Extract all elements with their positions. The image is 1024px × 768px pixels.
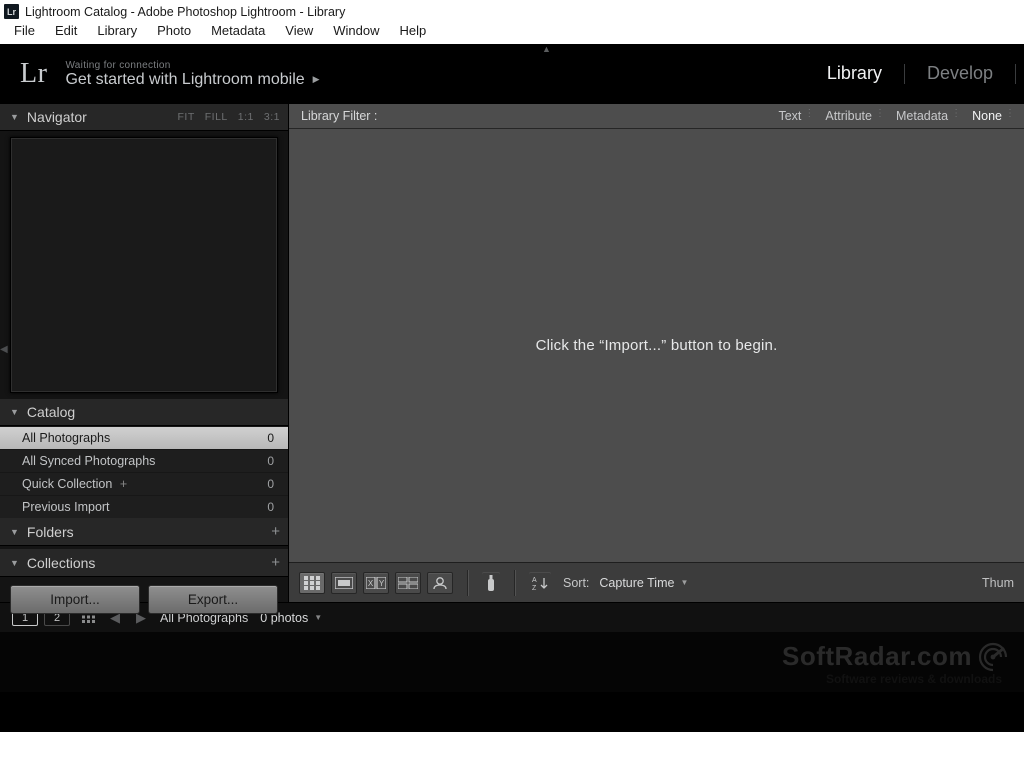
- thumbnail-size-label: Thum: [982, 576, 1014, 590]
- left-panel-collapse-icon[interactable]: ◀: [0, 344, 8, 355]
- plus-icon: +: [120, 477, 127, 491]
- menu-view[interactable]: View: [275, 21, 323, 40]
- module-develop[interactable]: Develop: [927, 63, 993, 86]
- chevron-down-icon: ▼: [314, 613, 322, 622]
- navigator-preview[interactable]: [10, 137, 278, 393]
- top-panel-toggle-icon[interactable]: ▲: [542, 44, 551, 54]
- watermark-subtitle: Software reviews & downloads: [826, 672, 1002, 686]
- app-icon: [4, 4, 19, 19]
- library-toolbar: XY AZ Sort:: [289, 562, 1024, 602]
- navigator-title: Navigator: [27, 109, 87, 125]
- radar-icon: [978, 642, 1008, 672]
- collections-header[interactable]: ▼ Collections +: [0, 549, 288, 577]
- menu-library[interactable]: Library: [87, 21, 147, 40]
- module-separator: [1015, 64, 1016, 84]
- import-button[interactable]: Import...: [10, 585, 140, 614]
- add-folder-icon[interactable]: +: [271, 523, 280, 540]
- toolbar-separator: [514, 570, 515, 596]
- svg-text:Z: Z: [532, 585, 537, 591]
- menu-help[interactable]: Help: [390, 21, 437, 40]
- module-picker: Library Develop: [827, 63, 1016, 86]
- zoom-3-1[interactable]: 3:1: [264, 111, 280, 123]
- chevron-down-icon: ▼: [10, 407, 19, 417]
- sort-direction-icon[interactable]: AZ: [529, 572, 551, 594]
- compare-view-icon[interactable]: XY: [363, 572, 389, 594]
- chevron-down-icon: ▼: [10, 558, 19, 568]
- catalog-item-label: Previous Import: [22, 500, 110, 514]
- module-library[interactable]: Library: [827, 63, 882, 86]
- catalog-item-all-synced[interactable]: All Synced Photographs 0: [0, 449, 288, 472]
- sort-dropdown[interactable]: Capture Time ▼: [599, 576, 688, 590]
- chevron-down-icon: ▼: [10, 112, 19, 122]
- catalog-item-quick-collection[interactable]: Quick Collection + 0: [0, 472, 288, 495]
- folders-header[interactable]: ▼ Folders +: [0, 518, 288, 546]
- filmstrip[interactable]: SoftRadar.com Software reviews & downloa…: [0, 632, 1024, 692]
- zoom-1-1[interactable]: 1:1: [238, 111, 254, 123]
- collections-title: Collections: [27, 555, 95, 571]
- catalog-item-label: Quick Collection +: [22, 477, 127, 491]
- people-view-icon[interactable]: [427, 572, 453, 594]
- filter-metadata[interactable]: Metadata: [884, 109, 960, 123]
- catalog-item-previous-import[interactable]: Previous Import 0: [0, 495, 288, 518]
- window-title: Lightroom Catalog - Adobe Photoshop Ligh…: [25, 5, 345, 19]
- window-titlebar: Lightroom Catalog - Adobe Photoshop Ligh…: [0, 0, 1024, 21]
- filter-text[interactable]: Text: [766, 109, 813, 123]
- zoom-fill[interactable]: FILL: [205, 111, 228, 123]
- grid-view-icon[interactable]: [299, 572, 325, 594]
- catalog-item-label: All Synced Photographs: [22, 454, 155, 468]
- sort-value: Capture Time: [599, 576, 674, 590]
- filter-attribute[interactable]: Attribute: [813, 109, 884, 123]
- chevron-down-icon: ▼: [10, 527, 19, 537]
- export-button[interactable]: Export...: [148, 585, 278, 614]
- menubar: File Edit Library Photo Metadata View Wi…: [0, 21, 1024, 44]
- left-panel: ◀ ▼ Navigator FIT FILL 1:1 3:1 ▼: [0, 104, 288, 602]
- sync-status: Waiting for connection: [65, 60, 319, 71]
- catalog-header[interactable]: ▼ Catalog: [0, 399, 288, 426]
- catalog-item-all-photographs[interactable]: All Photographs 0: [0, 426, 288, 449]
- menu-photo[interactable]: Photo: [147, 21, 201, 40]
- menu-metadata[interactable]: Metadata: [201, 21, 275, 40]
- sort-label: Sort:: [563, 576, 589, 590]
- zoom-fit[interactable]: FIT: [178, 111, 195, 123]
- svg-text:A: A: [532, 577, 537, 584]
- lightroom-mobile-cta[interactable]: Get started with Lightroom mobile ▶: [65, 71, 319, 89]
- navigator-header[interactable]: ▼ Navigator FIT FILL 1:1 3:1: [0, 104, 288, 131]
- add-collection-icon[interactable]: +: [271, 554, 280, 571]
- library-filter-bar: Library Filter : Text Attribute Metadata…: [289, 104, 1024, 129]
- survey-view-icon[interactable]: [395, 572, 421, 594]
- folders-title: Folders: [27, 524, 74, 540]
- module-separator: [904, 64, 905, 84]
- catalog-title: Catalog: [27, 404, 75, 420]
- catalog-list: All Photographs 0 All Synced Photographs…: [0, 426, 288, 518]
- menu-file[interactable]: File: [4, 21, 45, 40]
- watermark: SoftRadar.com: [782, 641, 1008, 672]
- chevron-down-icon: ▼: [680, 578, 688, 587]
- catalog-item-label: All Photographs: [22, 431, 110, 445]
- toolbar-separator: [467, 570, 468, 596]
- svg-text:Y: Y: [379, 579, 385, 588]
- library-filter-label: Library Filter :: [301, 109, 377, 123]
- catalog-item-count: 0: [267, 454, 274, 468]
- catalog-item-count: 0: [267, 431, 274, 445]
- menu-window[interactable]: Window: [323, 21, 389, 40]
- watermark-brand: SoftRadar.com: [782, 641, 972, 672]
- loupe-view-icon[interactable]: [331, 572, 357, 594]
- grid-view[interactable]: Click the “Import...” button to begin.: [289, 129, 1024, 562]
- painter-icon[interactable]: [482, 572, 500, 594]
- catalog-item-count: 0: [267, 477, 274, 491]
- lightroom-logo: Lr: [20, 58, 47, 90]
- lightroom-mobile-cta-label: Get started with Lightroom mobile: [65, 71, 304, 89]
- menu-edit[interactable]: Edit: [45, 21, 87, 40]
- catalog-item-label-text: Quick Collection: [22, 477, 112, 491]
- catalog-item-count: 0: [267, 500, 274, 514]
- filter-none[interactable]: None: [960, 109, 1014, 123]
- svg-text:X: X: [368, 579, 374, 588]
- empty-grid-message: Click the “Import...” button to begin.: [536, 337, 778, 354]
- caret-right-icon: ▶: [313, 74, 320, 85]
